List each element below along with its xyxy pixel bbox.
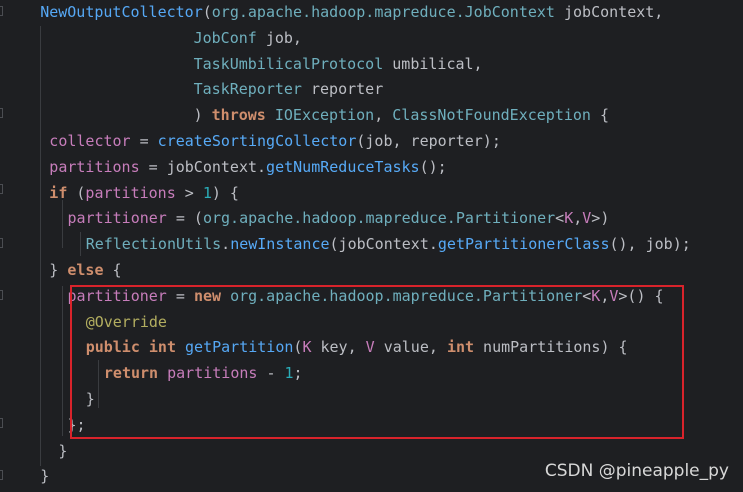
code-token: job, xyxy=(256,28,302,47)
code-token: getNumReduceTasks xyxy=(266,157,420,176)
code-token: ClassNotFoundException xyxy=(392,106,591,125)
code-line: partitioner = (org.apache.hadoop.mapredu… xyxy=(68,205,610,231)
code-token: partitions xyxy=(49,157,140,176)
indent-guide xyxy=(40,26,41,466)
highlight-annotation-box xyxy=(70,285,684,439)
code-token: ( xyxy=(67,183,86,202)
code-token: collector xyxy=(49,132,131,150)
code-token: jobContext, xyxy=(554,3,664,21)
code-token: > xyxy=(175,183,203,202)
code-token: newInstance xyxy=(230,235,330,254)
code-token: JobConf xyxy=(193,28,257,47)
code-token: K xyxy=(564,209,574,228)
code-token: ReflectionUtils xyxy=(85,235,222,254)
code-token: (jobContext. xyxy=(329,235,438,254)
code-token: . xyxy=(221,235,231,254)
code-token: < xyxy=(555,209,565,228)
code-token: TaskUmbilicalProtocol xyxy=(193,54,384,73)
code-line: } else { xyxy=(49,257,121,283)
code-line: TaskReporter reporter xyxy=(22,76,384,102)
code-token: partitions xyxy=(85,183,176,202)
code-line: collector = createSortingCollector(job, … xyxy=(49,128,501,154)
code-token: = jobContext. xyxy=(139,157,267,176)
code-token: { xyxy=(103,261,122,279)
code-token: if xyxy=(49,183,68,202)
code-token: 1 xyxy=(202,183,212,202)
fold-marker-icon[interactable] xyxy=(0,290,3,300)
code-token: , xyxy=(573,209,583,228)
code-token: getPartitionerClass xyxy=(437,235,610,254)
fold-marker-icon[interactable] xyxy=(0,238,3,248)
code-line: if (partitions > 1) { xyxy=(49,180,239,206)
code-token: org.apache.hadoop.mapreduce.JobContext xyxy=(211,3,555,21)
code-token: = xyxy=(130,132,158,150)
code-line: partitions = jobContext.getNumReduceTask… xyxy=(49,154,446,180)
code-token: (), job); xyxy=(609,235,691,254)
code-token: } xyxy=(49,261,68,279)
code-line: } xyxy=(40,463,49,489)
code-token: ( xyxy=(202,3,212,21)
code-token: NewOutputCollector xyxy=(40,3,203,21)
fold-marker-icon[interactable] xyxy=(0,6,3,16)
code-token: V xyxy=(582,209,592,228)
fold-marker-icon[interactable] xyxy=(0,418,3,428)
code-line: NewOutputCollector(org.apache.hadoop.map… xyxy=(40,0,663,25)
indent-guide xyxy=(62,200,63,248)
code-token: { xyxy=(590,106,610,125)
code-line: ) throws IOException, ClassNotFoundExcep… xyxy=(22,102,609,128)
code-line: ReflectionUtils.newInstance(jobContext.g… xyxy=(86,231,691,257)
code-token: (); xyxy=(419,157,447,176)
fold-marker-icon[interactable] xyxy=(0,184,3,194)
code-line: JobConf job, xyxy=(22,25,302,51)
code-token: throws xyxy=(211,106,266,125)
fold-marker-icon[interactable] xyxy=(0,470,3,480)
indent-guide xyxy=(80,232,81,256)
code-token: umbilical, xyxy=(383,54,483,73)
code-token: org.apache.hadoop.mapreduce.Partitioner xyxy=(202,209,556,228)
code-editor[interactable]: NewOutputCollector(org.apache.hadoop.map… xyxy=(0,0,743,492)
code-token: reporter xyxy=(301,80,384,99)
fold-marker-icon[interactable] xyxy=(0,108,3,118)
code-token: } xyxy=(58,441,68,460)
code-token: = ( xyxy=(166,209,203,228)
code-line: } xyxy=(58,438,67,464)
code-token: TaskReporter xyxy=(193,80,302,99)
code-token: else xyxy=(67,261,104,279)
code-token: (job, reporter); xyxy=(356,132,501,150)
indent-guide xyxy=(62,286,63,436)
code-token: ) { xyxy=(211,183,239,202)
watermark: CSDN @pineapple_py xyxy=(544,461,729,481)
code-line: TaskUmbilicalProtocol umbilical, xyxy=(22,51,483,77)
code-token: ) xyxy=(193,106,212,125)
code-token: createSortingCollector xyxy=(157,132,357,150)
code-token: , xyxy=(374,106,393,125)
code-token: } xyxy=(40,467,50,486)
code-token: IOException xyxy=(274,106,375,125)
code-token: >) xyxy=(591,209,610,228)
code-token: partitioner xyxy=(67,209,167,228)
